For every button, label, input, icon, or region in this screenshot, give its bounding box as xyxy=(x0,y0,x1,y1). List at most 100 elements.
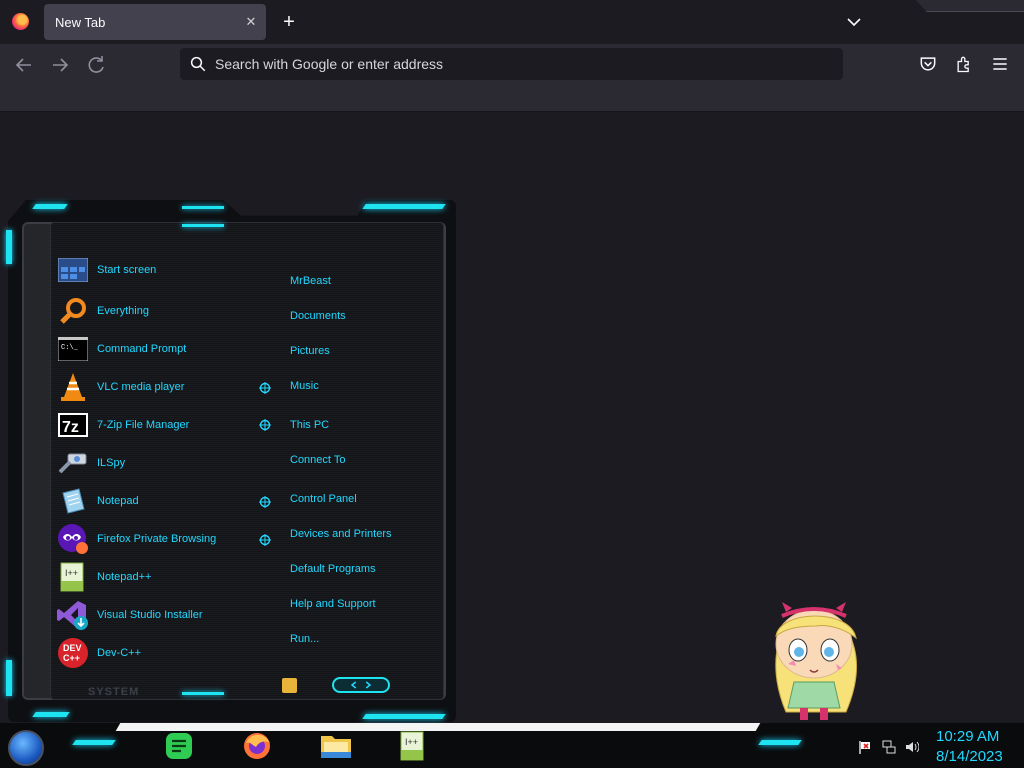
close-icon[interactable]: ✕ xyxy=(242,13,260,31)
submenu-arrow-icon[interactable] xyxy=(259,496,271,508)
app-devcpp[interactable]: DEV C++ Dev-C++ xyxy=(57,637,257,669)
search-icon xyxy=(190,56,206,72)
notepadpp-icon: I++ xyxy=(400,731,424,761)
window-edge-decoration xyxy=(916,0,1024,12)
extensions-icon[interactable] xyxy=(954,54,974,74)
frame-accent xyxy=(6,660,12,696)
notes-icon xyxy=(166,733,192,759)
place-default-programs[interactable]: Default Programs xyxy=(290,563,376,575)
app-7zip[interactable]: 7z 7-Zip File Manager xyxy=(57,409,257,441)
app-everything[interactable]: Everything xyxy=(57,295,257,327)
cmd-icon: C:\_ xyxy=(57,333,89,365)
clock-date[interactable]: 8/14/2023 xyxy=(936,748,1003,765)
app-start-screen[interactable]: Start screen xyxy=(57,254,257,286)
frame-accent xyxy=(6,230,12,264)
clock-time[interactable]: 10:29 AM xyxy=(936,728,999,745)
submenu-arrow-icon[interactable] xyxy=(259,534,271,546)
frame-accent xyxy=(182,224,224,227)
app-ilspy[interactable]: ILSpy xyxy=(57,447,257,479)
firefox-icon[interactable] xyxy=(12,13,29,30)
place-mrbeast[interactable]: MrBeast xyxy=(290,275,331,287)
app-label: Notepad xyxy=(97,495,139,507)
volume-icon[interactable] xyxy=(905,740,919,754)
app-label: Firefox Private Browsing xyxy=(97,533,217,545)
svg-text:I++: I++ xyxy=(65,568,78,578)
firefox-icon xyxy=(244,733,270,759)
tab-title: New Tab xyxy=(55,14,106,30)
taskbar-accent xyxy=(758,740,802,745)
star-butterfly-sticker xyxy=(775,602,857,720)
place-help-support[interactable]: Help and Support xyxy=(290,598,376,610)
flag-icon[interactable] xyxy=(858,740,872,754)
app-label: Start screen xyxy=(97,264,157,276)
desktop: New Tab ✕ + Search with Google or enter … xyxy=(0,0,1024,768)
taskbar-app-notepadpp[interactable]: I++ xyxy=(397,730,429,762)
system-label: SYSTEM xyxy=(88,686,140,698)
address-bar[interactable]: Search with Google or enter address xyxy=(180,48,843,80)
network-icon[interactable] xyxy=(882,740,896,754)
taskbar-app-notes[interactable] xyxy=(163,730,195,762)
taskbar-accent xyxy=(72,740,116,745)
shutdown-options-arrows-icon[interactable] xyxy=(332,677,390,693)
place-music[interactable]: Music xyxy=(290,380,319,392)
app-vlc[interactable]: VLC media player xyxy=(57,371,257,403)
taskbar-app-file-explorer[interactable] xyxy=(320,730,352,762)
tab-bar: New Tab ✕ + xyxy=(0,0,1024,44)
svg-text:7z: 7z xyxy=(62,419,79,436)
place-connect-to[interactable]: Connect To xyxy=(290,454,345,466)
submenu-arrow-icon[interactable] xyxy=(259,382,271,394)
firefox-private-icon xyxy=(57,523,89,555)
app-label: VLC media player xyxy=(97,381,185,393)
forward-arrow-icon[interactable] xyxy=(48,53,72,77)
notepadpp-icon: I++ xyxy=(57,561,89,593)
app-label: Notepad++ xyxy=(97,571,152,583)
magnifier-icon xyxy=(57,295,89,327)
submenu-arrow-icon[interactable] xyxy=(259,419,271,431)
pocket-icon[interactable] xyxy=(918,54,938,74)
svg-text:I++: I++ xyxy=(405,737,418,747)
app-label: Command Prompt xyxy=(97,343,187,355)
frame-accent xyxy=(182,692,224,695)
place-pictures[interactable]: Pictures xyxy=(290,345,330,357)
app-notepad[interactable]: Notepad xyxy=(57,485,257,517)
taskbar-app-firefox[interactable] xyxy=(241,730,273,762)
place-this-pc[interactable]: This PC xyxy=(290,419,329,431)
app-label: Dev-C++ xyxy=(97,647,142,659)
svg-text:C++: C++ xyxy=(63,653,80,663)
frame-accent xyxy=(32,204,68,209)
url-placeholder: Search with Google or enter address xyxy=(215,56,444,72)
svg-text:DEV: DEV xyxy=(63,643,82,653)
app-firefox-private[interactable]: Firefox Private Browsing xyxy=(57,523,257,555)
frame-accent xyxy=(362,714,446,719)
shutdown-button[interactable] xyxy=(282,678,297,693)
7zip-icon: 7z xyxy=(57,409,89,441)
frame-accent xyxy=(32,712,70,717)
app-label: Everything xyxy=(97,305,149,317)
folder-icon xyxy=(321,736,351,758)
app-vs-installer[interactable]: Visual Studio Installer xyxy=(57,599,257,631)
app-label: Visual Studio Installer xyxy=(97,609,203,621)
devcpp-icon: DEV C++ xyxy=(57,637,89,669)
tab-new-tab[interactable]: New Tab ✕ xyxy=(44,4,266,40)
toolbar-strip xyxy=(0,86,1024,112)
app-label: ILSpy xyxy=(97,457,126,469)
place-run[interactable]: Run... xyxy=(290,633,319,645)
reload-icon[interactable] xyxy=(84,53,108,77)
place-documents[interactable]: Documents xyxy=(290,310,346,322)
ilspy-icon xyxy=(57,447,89,479)
frame-accent xyxy=(362,204,446,209)
back-arrow-icon[interactable] xyxy=(12,53,36,77)
start-button[interactable] xyxy=(8,730,44,766)
vlc-cone-icon xyxy=(57,371,89,403)
chevron-down-icon[interactable] xyxy=(842,10,866,34)
place-control-panel[interactable]: Control Panel xyxy=(290,493,357,505)
menu-icon[interactable] xyxy=(990,54,1010,74)
new-tab-button[interactable]: + xyxy=(276,10,302,36)
place-devices-printers[interactable]: Devices and Printers xyxy=(290,528,392,540)
app-command-prompt[interactable]: C:\_ Command Prompt xyxy=(57,333,257,365)
app-label: 7-Zip File Manager xyxy=(97,419,190,431)
taskbar-highlight-strip xyxy=(115,723,761,731)
notepad-icon xyxy=(57,485,89,517)
start-screen-icon xyxy=(57,254,89,286)
app-notepadpp[interactable]: I++ Notepad++ xyxy=(57,561,257,593)
